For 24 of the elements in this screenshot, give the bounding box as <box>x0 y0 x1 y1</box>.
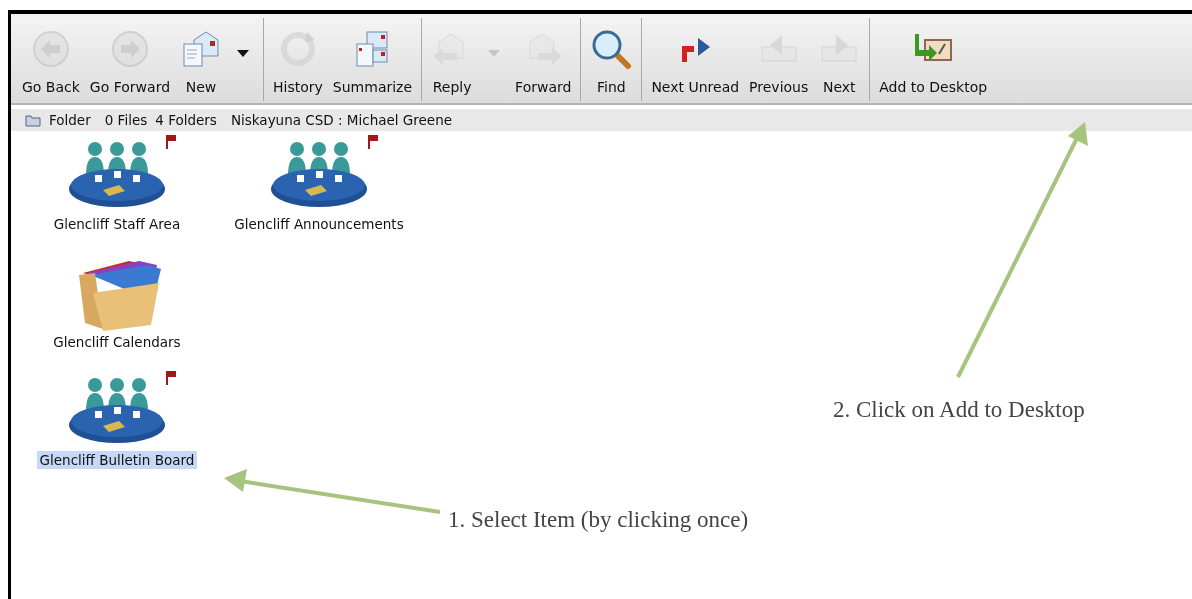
caret-icon <box>488 49 501 58</box>
toolbar-button[interactable]: Next Unread <box>646 14 745 103</box>
toolbar-button[interactable]: Find <box>585 14 638 103</box>
conference-item[interactable]: Glencliff Bulletin Board <box>25 371 209 469</box>
file-count: 0 Files <box>104 112 148 128</box>
folder-count: 4 Folders <box>155 112 217 128</box>
folder-item[interactable]: Glencliff Calendars <box>25 253 209 351</box>
history-icon <box>278 30 317 68</box>
location-path: Niskayuna CSD : Michael Greene <box>230 112 452 128</box>
item-label: Glencliff Bulletin Board <box>36 451 198 469</box>
instruction-text: 1. Select Item (by clicking once) <box>448 507 749 533</box>
item-label: Glencliff Calendars <box>52 333 182 351</box>
conference-item[interactable]: Glencliff Announcements <box>209 135 429 233</box>
instruction-text: 2. Click on Add to Desktop <box>833 397 1085 423</box>
toolbar-button[interactable]: New <box>175 14 228 103</box>
folder-icon <box>25 113 41 127</box>
toolbar-button[interactable]: Summarize <box>327 14 418 103</box>
search-icon <box>590 28 633 70</box>
conference-item[interactable]: Glencliff Staff Area <box>25 135 209 233</box>
toolbar-button[interactable]: Add to Desktop <box>874 14 993 103</box>
item-label: Glencliff Announcements <box>233 215 405 233</box>
item-label: Glencliff Staff Area <box>52 215 182 233</box>
caret-icon <box>237 49 250 58</box>
status-type: Folder <box>49 112 91 128</box>
